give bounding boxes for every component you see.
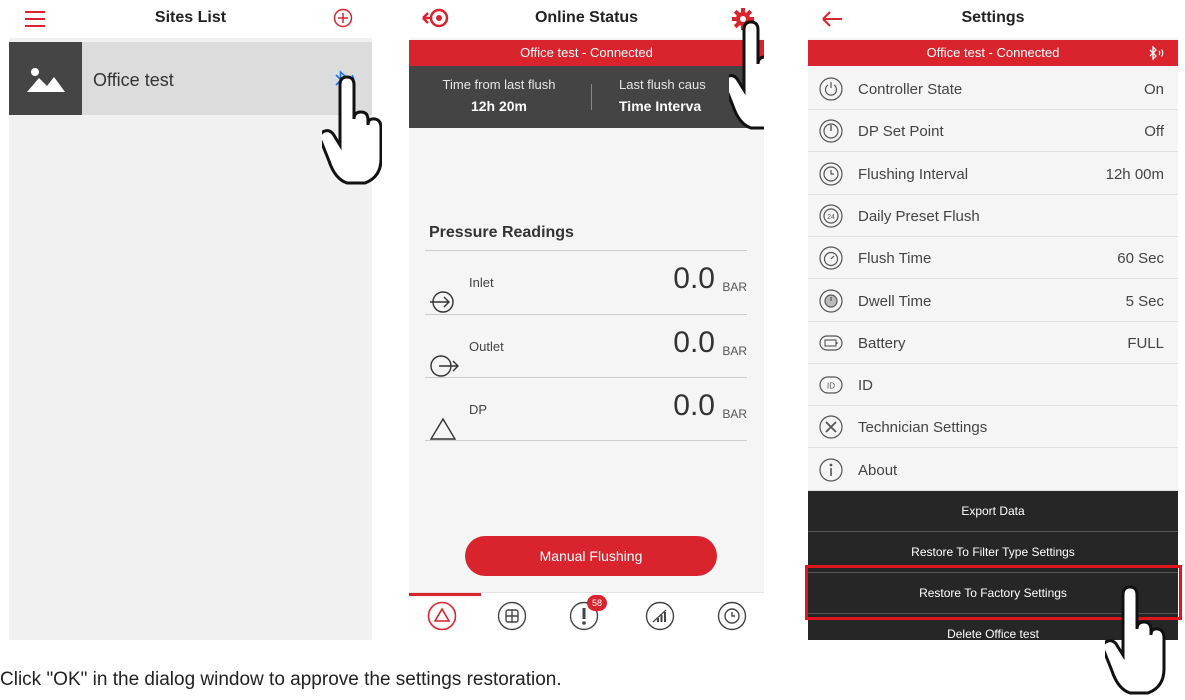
power-icon	[818, 76, 844, 102]
reading-row-outlet: Outlet 0.0 BAR	[425, 314, 747, 378]
signal-chart-icon[interactable]	[645, 601, 675, 631]
settings-item-label: Battery	[858, 334, 906, 352]
reading-value: 0.0	[673, 262, 715, 295]
tools-icon	[818, 414, 844, 440]
divider	[591, 84, 592, 110]
flush-info-bar: Time from last flush 12h 20m Last flush …	[409, 66, 764, 128]
settings-item-value: On	[1143, 81, 1164, 98]
pointing-hand-icon	[1101, 585, 1169, 700]
stopwatch-icon	[818, 288, 844, 314]
settings-item-label: Technician Settings	[858, 419, 988, 437]
sites-list-header: Sites List	[9, 0, 372, 38]
settings-item-label: Daily Preset Flush	[858, 207, 980, 225]
settings-item-label: Flush Time	[858, 250, 932, 268]
divider	[425, 440, 747, 441]
page-title: Sites List	[154, 9, 227, 26]
settings-item-value: FULL	[1127, 334, 1164, 352]
export-data-button[interactable]: Export Data	[808, 491, 1178, 532]
connection-status-bar: Office test - Connected	[808, 40, 1178, 66]
timer-icon	[818, 245, 844, 271]
reading-label: DP	[469, 402, 488, 417]
status-triangle-icon[interactable]	[427, 601, 457, 631]
reading-label: Outlet	[469, 339, 504, 354]
settings-header: Settings	[808, 0, 1178, 38]
id-icon: ID	[818, 372, 844, 398]
pointing-hand-icon	[722, 20, 764, 137]
settings-item-about[interactable]: About	[808, 449, 1178, 491]
settings-item-controller-state[interactable]: Controller State On	[808, 68, 1178, 110]
last-flush-value: 12h 20m	[470, 98, 528, 114]
instruction-caption: Click "OK" in the dialog window to appro…	[0, 669, 562, 690]
bluetooth-connected-icon	[1148, 46, 1166, 60]
settings-screen: Settings Office test - Connected Control…	[808, 0, 1178, 640]
reading-unit: BAR	[722, 344, 747, 358]
manual-flushing-button[interactable]: Manual Flushing	[465, 536, 717, 576]
settings-item-dwell-time[interactable]: Dwell Time 5 Sec	[808, 280, 1178, 322]
settings-item-value: 12h 00m	[1105, 165, 1164, 183]
connection-status-text: Office test - Connected	[926, 45, 1060, 60]
svg-text:ID: ID	[827, 382, 835, 391]
page-title: Online Status	[534, 9, 639, 26]
reading-value: 0.0	[673, 389, 715, 422]
settings-item-battery[interactable]: Battery FULL	[808, 322, 1178, 364]
reading-unit: BAR	[722, 280, 747, 294]
last-flush-info: Time from last flush 12h 20m	[409, 77, 589, 114]
reading-row-dp: DP 0.0 BAR	[425, 377, 747, 441]
settings-item-label: DP Set Point	[858, 123, 944, 141]
settings-item-value: Off	[1144, 123, 1164, 141]
connection-status-bar: Office test - Connected	[409, 40, 764, 66]
reading-unit: BAR	[722, 407, 747, 421]
pressure-readings-title: Pressure Readings	[429, 224, 574, 241]
dashboard-grid-icon[interactable]	[497, 601, 527, 631]
24h-icon: 24	[818, 203, 844, 229]
settings-item-flush-time[interactable]: Flush Time 60 Sec	[808, 237, 1178, 280]
site-name: Office test	[93, 70, 174, 90]
page-title: Settings	[961, 9, 1025, 26]
settings-item-technician-settings[interactable]: Technician Settings	[808, 406, 1178, 449]
settings-item-label: About	[858, 461, 898, 479]
online-status-header: Online Status	[409, 0, 764, 38]
settings-item-label: Flushing Interval	[858, 165, 969, 183]
bottom-tab-bar: 58	[409, 592, 764, 640]
sites-list-screen: Sites List Office test	[9, 0, 372, 640]
history-clock-icon[interactable]	[717, 601, 747, 631]
clock-icon	[818, 161, 844, 187]
gauge-icon	[818, 118, 844, 144]
reading-value: 0.0	[673, 326, 715, 359]
last-flush-label: Time from last flush	[442, 77, 556, 92]
image-placeholder-icon	[9, 42, 82, 115]
settings-item-label: Dwell Time	[858, 292, 932, 310]
info-icon	[818, 457, 844, 483]
site-list-item[interactable]: Office test	[9, 42, 372, 115]
reading-label: Inlet	[469, 275, 494, 290]
settings-item-label: ID	[858, 377, 873, 395]
settings-item-value: 5 Sec	[1125, 292, 1164, 310]
active-tab-indicator	[409, 593, 481, 596]
alert-count-badge: 58	[587, 595, 607, 611]
pointing-hand-icon	[318, 75, 383, 192]
settings-item-id[interactable]: ID ID	[808, 364, 1178, 407]
settings-item-label: Controller State	[858, 81, 963, 98]
svg-text:24: 24	[827, 214, 835, 221]
settings-item-dp-set-point[interactable]: DP Set Point Off	[808, 110, 1178, 153]
reading-row-inlet: Inlet 0.0 BAR	[425, 250, 747, 314]
add-circle-icon[interactable]	[333, 8, 353, 28]
settings-item-daily-preset-flush[interactable]: 24 Daily Preset Flush	[808, 195, 1178, 237]
online-status-screen: Online Status Office test - Connected Ti…	[409, 0, 764, 640]
alerts-icon[interactable]: 58	[569, 595, 607, 631]
settings-item-value: 60 Sec	[1117, 250, 1164, 268]
settings-item-flushing-interval[interactable]: Flushing Interval 12h 00m	[808, 153, 1178, 195]
battery-icon	[818, 330, 844, 356]
